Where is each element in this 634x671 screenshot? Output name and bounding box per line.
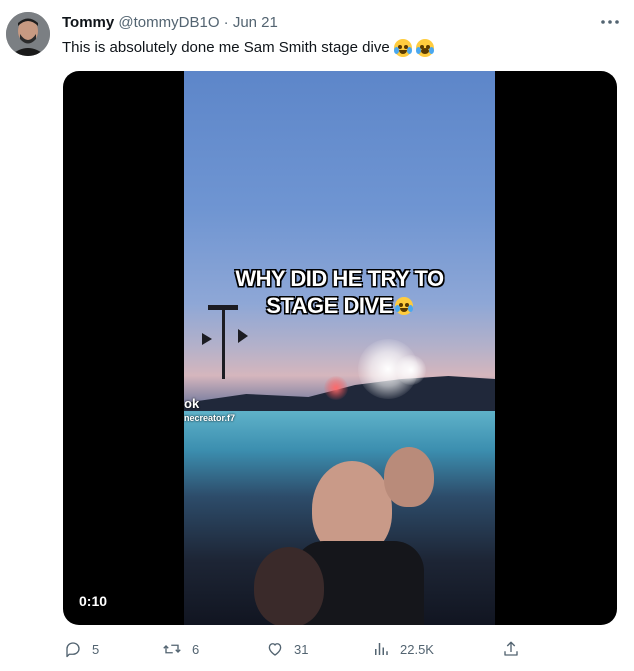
flag — [238, 329, 248, 343]
repost-button[interactable]: 6 — [162, 638, 199, 660]
repost-icon — [163, 644, 181, 654]
reply-icon — [66, 642, 80, 658]
author-handle[interactable]: @tommyDB1O — [118, 14, 219, 31]
like-count: 31 — [294, 641, 309, 657]
video-watermark: ok necreator.f7 — [184, 397, 235, 425]
tweet-date[interactable]: Jun 21 — [233, 14, 278, 31]
avatar[interactable] — [6, 12, 50, 56]
repost-count: 6 — [192, 641, 200, 657]
author-name[interactable]: Tommy — [62, 14, 114, 31]
separator-dot: · — [223, 14, 229, 31]
tweet-text: This is absolutely done me Sam Smith sta… — [62, 38, 614, 58]
views-chart-icon — [375, 643, 388, 655]
person-head — [254, 547, 324, 625]
video-duration: 0:10 — [79, 593, 108, 609]
like-button[interactable]: 31 — [266, 638, 308, 660]
share-icon — [504, 641, 518, 656]
face-with-tears-of-joy-icon — [393, 39, 412, 57]
views-count: 22.5K — [400, 641, 434, 657]
flag — [202, 333, 212, 345]
stage-light-red — [324, 376, 348, 400]
views-button[interactable]: 22.5K — [372, 638, 434, 660]
tweet-text-body: This is absolutely done me Sam Smith sta… — [62, 39, 390, 56]
caption-line-2: STAGE DIVE — [184, 292, 495, 319]
watermark-line-2: necreator.f7 — [184, 413, 236, 423]
more-options-icon[interactable] — [598, 12, 622, 32]
loudly-crying-face-icon — [415, 39, 434, 57]
tweet-actions: 5 6 31 22.5K — [60, 638, 530, 662]
heart-icon — [268, 643, 282, 656]
reply-count: 5 — [92, 641, 100, 657]
video-caption: WHY DID HE TRY TO STAGE DIVE — [184, 265, 495, 319]
tweet-header: Tommy @tommyDB1O · Jun 21 — [62, 14, 618, 32]
video-frame[interactable]: WHY DID HE TRY TO STAGE DIVE ok necreato… — [184, 71, 495, 625]
person-head — [384, 447, 434, 507]
stage-light — [396, 355, 426, 385]
caption-line-2-text: STAGE DIVE — [266, 293, 393, 318]
video-player[interactable]: WHY DID HE TRY TO STAGE DIVE ok necreato… — [63, 71, 617, 625]
watermark-line-1: ok — [184, 396, 200, 411]
avatar-photo — [6, 12, 50, 56]
share-button[interactable] — [502, 638, 520, 660]
light-pole — [222, 309, 225, 379]
loudly-crying-face-icon — [394, 297, 413, 315]
reply-button[interactable]: 5 — [64, 638, 99, 660]
caption-line-1: WHY DID HE TRY TO — [235, 266, 444, 291]
